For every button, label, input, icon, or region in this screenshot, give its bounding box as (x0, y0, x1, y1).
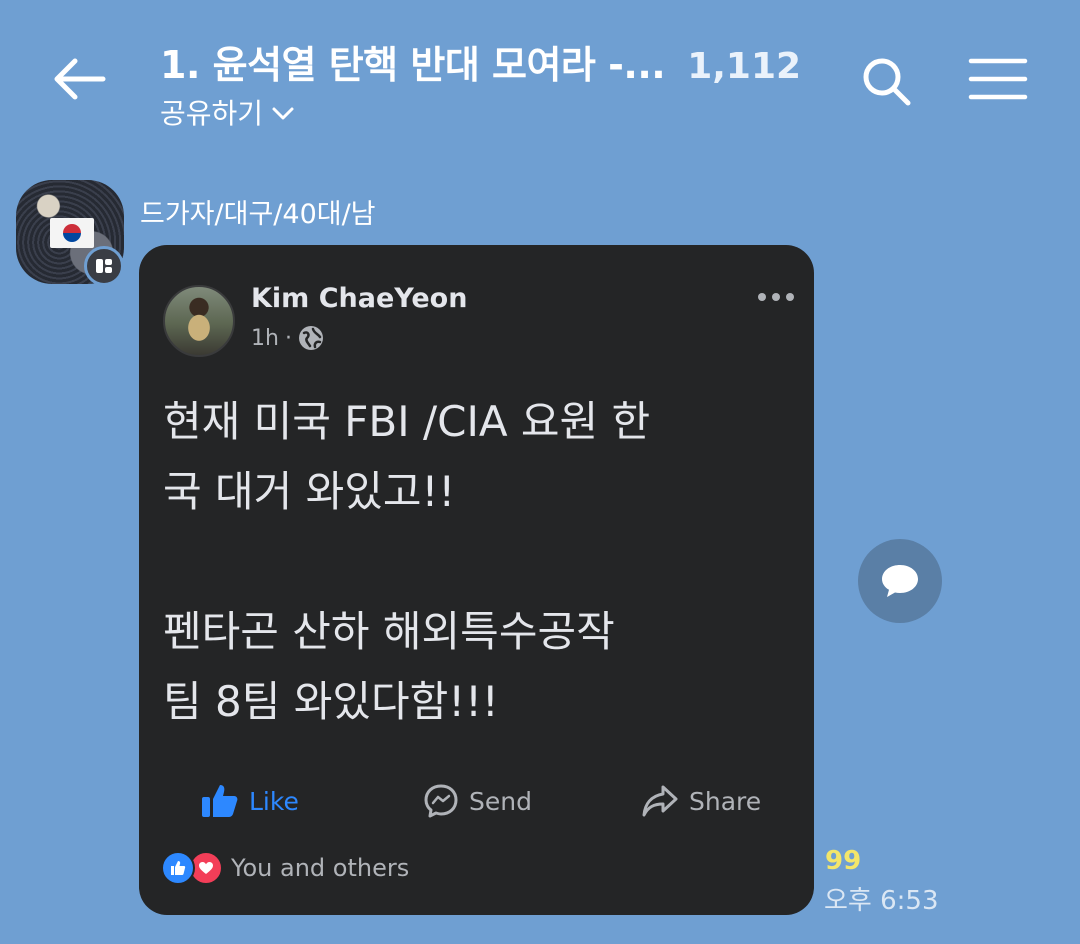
unread-count: 99 (825, 846, 862, 876)
search-button[interactable] (855, 50, 917, 112)
speech-bubble-icon (882, 565, 918, 597)
more-horizontal-icon (758, 293, 794, 301)
menu-button[interactable] (962, 48, 1034, 110)
back-arrow-icon (54, 58, 106, 100)
back-button[interactable] (44, 44, 114, 114)
like-reaction-icon (161, 851, 195, 885)
search-icon (863, 58, 911, 106)
chat-header: 1. 윤석열 탄핵 반대 모여라 -... 1,112 공유하기 (0, 0, 1080, 150)
member-count: 1,112 (687, 46, 802, 87)
post-meta: 1h · (251, 325, 324, 351)
share-button[interactable]: Share (641, 777, 761, 825)
comment-button[interactable] (858, 539, 942, 623)
chevron-down-icon (272, 107, 294, 120)
post-time: 1h (251, 325, 279, 351)
post-more-button[interactable] (754, 285, 798, 309)
like-label: Like (249, 786, 299, 816)
send-label: Send (469, 786, 532, 816)
hamburger-menu-icon (968, 58, 1028, 100)
profile-badge-icon (84, 246, 124, 286)
message-time: 오후 6:53 (824, 886, 939, 916)
share-dropdown[interactable]: 공유하기 (160, 92, 295, 132)
like-button[interactable]: Like (201, 777, 299, 825)
korean-flag-icon (50, 218, 94, 248)
thumbs-up-icon (202, 785, 238, 817)
room-title-row[interactable]: 1. 윤석열 탄핵 반대 모여라 -... 1,112 (160, 34, 801, 89)
send-button[interactable]: Send (423, 777, 532, 825)
sender-name: 드가자/대구/40대/남 (140, 199, 376, 230)
reactions-text: You and others (231, 854, 410, 882)
post-body-text: 현재 미국 FBI /CIA 요원 한 국 대거 와있고!! 펜타곤 산하 해외… (163, 397, 651, 726)
share-arrow-icon (642, 785, 678, 817)
room-title: 1. 윤석열 탄핵 반대 모여라 -... (160, 43, 666, 87)
post-reactions[interactable]: You and others (161, 851, 409, 885)
shared-post-card[interactable]: Kim ChaeYeon 1h · 현재 미국 FBI /CIA 요원 한 국 … (139, 245, 814, 915)
share-label-post: Share (689, 786, 762, 816)
post-author-name: Kim ChaeYeon (251, 283, 468, 314)
post-actions-bar: Like Send Share (139, 777, 814, 825)
messenger-icon (424, 784, 458, 818)
globe-icon (298, 326, 323, 350)
post-author-avatar (163, 285, 235, 357)
share-label: 공유하기 (160, 97, 264, 130)
